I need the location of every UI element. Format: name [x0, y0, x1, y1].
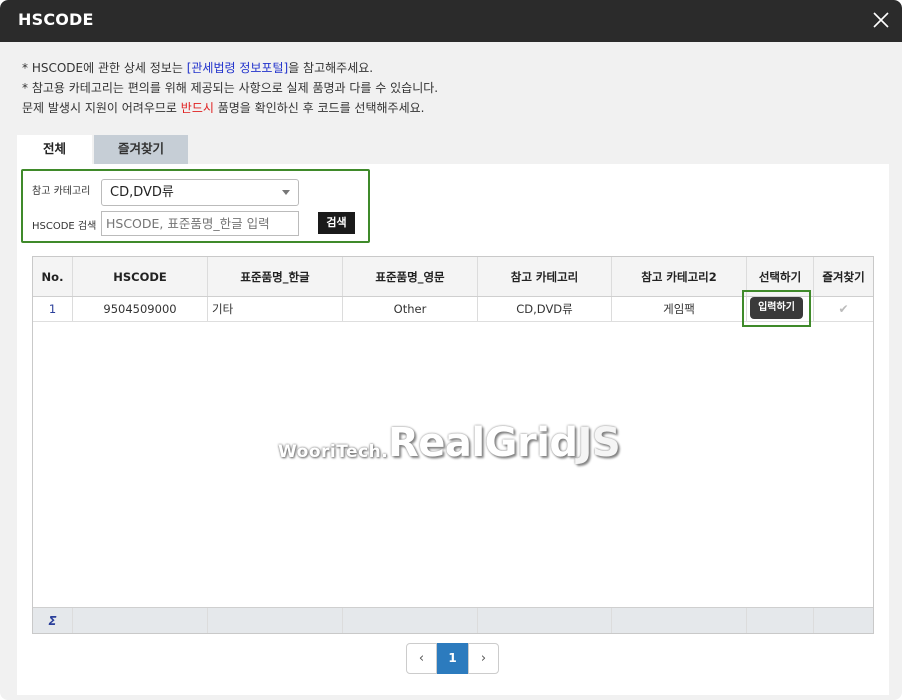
cell-no[interactable]: 1: [33, 297, 73, 321]
column-header-category[interactable]: 참고 카테고리: [478, 257, 612, 296]
note-text: * HSCODE에 관한 상세 정보는: [22, 61, 187, 75]
note-text: 문제 발생시 지원이 어려우므로: [22, 101, 181, 115]
note-text: 품명을 확인하신 후 코드를 선택해주세요.: [213, 101, 425, 115]
pagination: ‹ 1 ›: [406, 643, 500, 674]
sigma-icon: Σ: [48, 613, 57, 628]
info-notes: * HSCODE에 관한 상세 정보는 [관세법령 정보포털]을 참고해주세요.…: [22, 58, 438, 118]
column-header-hscode[interactable]: HSCODE: [73, 257, 208, 296]
warning-text: 반드시: [180, 101, 214, 115]
footer-cell: [343, 608, 478, 633]
footer-cell: [73, 608, 208, 633]
footer-cell: [814, 608, 873, 633]
close-icon[interactable]: [870, 9, 892, 31]
enter-button[interactable]: 입력하기: [750, 297, 803, 319]
category-select-value: CD,DVD류: [110, 185, 174, 200]
check-icon[interactable]: ✔: [838, 302, 848, 316]
cell-favorite[interactable]: ✔: [814, 297, 873, 321]
footer-cell: [478, 608, 612, 633]
footer-cell: [747, 608, 814, 633]
column-header-favorite[interactable]: 즐겨찾기: [814, 257, 873, 296]
note-text: 을 참고해주세요.: [288, 61, 374, 75]
category-select[interactable]: CD,DVD류: [101, 179, 299, 206]
prev-page-button[interactable]: ‹: [406, 643, 437, 674]
column-header-name-kr[interactable]: 표준품명_한글: [208, 257, 343, 296]
column-header-no[interactable]: No.: [33, 257, 73, 296]
realgrid-watermark: WooriTech. RealGridJS: [278, 420, 638, 470]
search-button[interactable]: 검색: [318, 212, 355, 234]
footer-cell: [612, 608, 747, 633]
footer-sum-cell: Σ: [33, 608, 73, 633]
tab-favorites[interactable]: 즐겨찾기: [94, 135, 188, 165]
watermark-product-suffix: JS: [577, 420, 621, 466]
hscode-search-label: HSCODE 검색: [32, 221, 97, 232]
note-line-2: * 참고용 카테고리는 편의를 위해 제공되는 사항으로 실제 품명과 다를 수…: [22, 81, 439, 95]
cell-hscode[interactable]: 9504509000: [73, 297, 208, 321]
hscode-search-input[interactable]: [101, 211, 299, 236]
portal-link[interactable]: [관세법령 정보포털]: [187, 61, 289, 75]
hscode-dialog: HSCODE * HSCODE에 관한 상세 정보는 [관세법령 정보포털]을 …: [0, 0, 902, 700]
grid-footer: Σ: [33, 607, 873, 633]
cell-name-kr[interactable]: 기타: [208, 297, 343, 321]
category-label: 참고 카테고리: [32, 186, 91, 197]
note-line-3: 문제 발생시 지원이 어려우므로 반드시 품명을 확인하신 후 코드를 선택해주…: [22, 98, 438, 118]
chevron-down-icon: [282, 190, 290, 195]
watermark-brand: WooriTech.: [278, 442, 389, 462]
dialog-titlebar: HSCODE: [0, 0, 902, 42]
watermark-product: RealGridJS: [388, 420, 621, 466]
enter-button-highlight: 입력하기: [742, 290, 811, 327]
dialog-title: HSCODE: [18, 10, 94, 29]
tab-all[interactable]: 전체: [17, 135, 92, 165]
column-header-name-en[interactable]: 표준품명_영문: [343, 257, 478, 296]
watermark-product-main: RealGrid: [388, 420, 578, 466]
cell-category2[interactable]: 게임팩: [612, 297, 747, 321]
footer-cell: [208, 608, 343, 633]
cell-category[interactable]: CD,DVD류: [478, 297, 612, 321]
column-header-category2[interactable]: 참고 카테고리2: [612, 257, 747, 296]
next-page-button[interactable]: ›: [468, 643, 499, 674]
page-button-current[interactable]: 1: [437, 643, 468, 674]
cell-name-en[interactable]: Other: [343, 297, 478, 321]
note-line-1: * HSCODE에 관한 상세 정보는 [관세법령 정보포털]을 참고해주세요.: [22, 58, 438, 78]
